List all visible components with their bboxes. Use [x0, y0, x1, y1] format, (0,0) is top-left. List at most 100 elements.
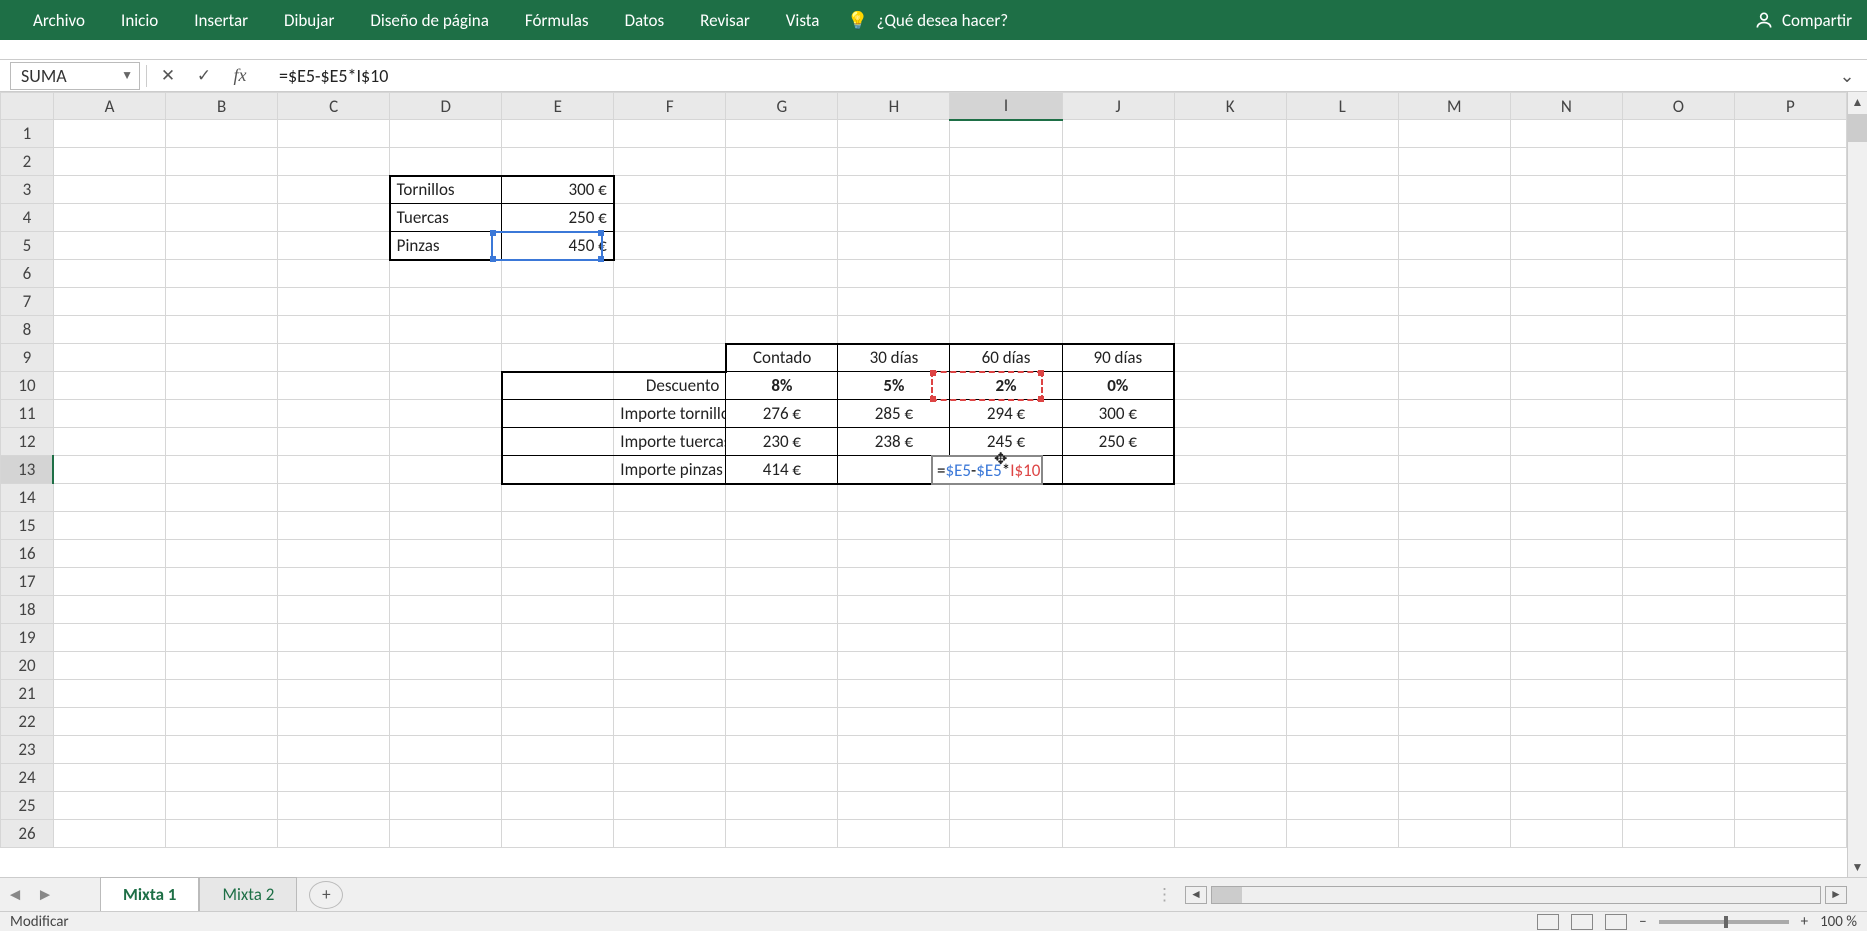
- cell[interactable]: [1622, 512, 1734, 540]
- row-4[interactable]: 4: [1, 204, 54, 232]
- cell[interactable]: 230 €: [726, 428, 838, 456]
- cell[interactable]: Descuento: [614, 372, 726, 400]
- row-12[interactable]: 12: [1, 428, 54, 456]
- cell[interactable]: [1510, 456, 1622, 484]
- cell[interactable]: [53, 680, 165, 708]
- cell[interactable]: 245 €: [950, 428, 1062, 456]
- cell[interactable]: [1174, 764, 1286, 792]
- row-14[interactable]: 14: [1, 484, 54, 512]
- cell[interactable]: [614, 176, 726, 204]
- name-box[interactable]: SUMA ▼: [10, 62, 140, 90]
- cell[interactable]: [278, 540, 390, 568]
- cell[interactable]: [1398, 792, 1510, 820]
- cell[interactable]: [614, 484, 726, 512]
- cell[interactable]: [726, 680, 838, 708]
- cell[interactable]: Pinzas: [390, 232, 502, 260]
- cell[interactable]: [502, 568, 614, 596]
- cell[interactable]: [278, 288, 390, 316]
- cell[interactable]: [166, 596, 278, 624]
- cell[interactable]: [950, 484, 1062, 512]
- cell[interactable]: [1734, 120, 1846, 148]
- cell[interactable]: [1286, 120, 1398, 148]
- cell[interactable]: [1622, 400, 1734, 428]
- tab-inicio[interactable]: Inicio: [103, 2, 176, 39]
- cell[interactable]: [502, 540, 614, 568]
- cell[interactable]: [1734, 512, 1846, 540]
- cell[interactable]: [726, 540, 838, 568]
- cell[interactable]: [1510, 792, 1622, 820]
- cell[interactable]: [1174, 624, 1286, 652]
- tab-diseno[interactable]: Diseño de página: [352, 2, 507, 39]
- cell[interactable]: Tuercas: [390, 204, 502, 232]
- cell[interactable]: [1286, 288, 1398, 316]
- cell[interactable]: [1398, 652, 1510, 680]
- row-7[interactable]: 7: [1, 288, 54, 316]
- cell[interactable]: [1510, 736, 1622, 764]
- cell[interactable]: [390, 512, 502, 540]
- cell[interactable]: [502, 792, 614, 820]
- cell[interactable]: [1622, 288, 1734, 316]
- cell[interactable]: [726, 764, 838, 792]
- cell[interactable]: [1734, 624, 1846, 652]
- cell[interactable]: [166, 120, 278, 148]
- cell[interactable]: [53, 708, 165, 736]
- cell[interactable]: [1398, 260, 1510, 288]
- cell[interactable]: [614, 708, 726, 736]
- cell[interactable]: [53, 596, 165, 624]
- cell[interactable]: [950, 764, 1062, 792]
- tab-revisar[interactable]: Revisar: [682, 2, 768, 39]
- cell[interactable]: [390, 484, 502, 512]
- cell[interactable]: [726, 204, 838, 232]
- confirm-edit-button[interactable]: ✓: [189, 62, 219, 90]
- cell[interactable]: [1622, 764, 1734, 792]
- cell[interactable]: [278, 792, 390, 820]
- cell[interactable]: [838, 232, 950, 260]
- cell[interactable]: [502, 372, 614, 400]
- cell[interactable]: [390, 372, 502, 400]
- cell[interactable]: [278, 456, 390, 484]
- tab-datos[interactable]: Datos: [607, 2, 683, 39]
- cell[interactable]: [838, 204, 950, 232]
- cell[interactable]: [1286, 372, 1398, 400]
- cell[interactable]: [502, 652, 614, 680]
- cell[interactable]: [1062, 260, 1174, 288]
- cell[interactable]: [53, 232, 165, 260]
- cell[interactable]: [1510, 596, 1622, 624]
- cell[interactable]: [1622, 792, 1734, 820]
- cell[interactable]: [390, 148, 502, 176]
- cell[interactable]: [726, 120, 838, 148]
- cell[interactable]: [614, 288, 726, 316]
- row-5[interactable]: 5: [1, 232, 54, 260]
- cell[interactable]: [390, 456, 502, 484]
- cell[interactable]: [950, 176, 1062, 204]
- cell[interactable]: [1734, 540, 1846, 568]
- cell[interactable]: [166, 484, 278, 512]
- cell[interactable]: [278, 484, 390, 512]
- cell[interactable]: [390, 540, 502, 568]
- cell[interactable]: [1622, 148, 1734, 176]
- spreadsheet-grid[interactable]: A B C D E F G H I J K L M N O P 123Torni…: [0, 92, 1867, 872]
- cell[interactable]: [1174, 204, 1286, 232]
- cell[interactable]: [1398, 344, 1510, 372]
- add-sheet-button[interactable]: +: [309, 881, 343, 909]
- cell[interactable]: [838, 764, 950, 792]
- cell[interactable]: [390, 260, 502, 288]
- cell[interactable]: [1174, 820, 1286, 848]
- cell[interactable]: [838, 484, 950, 512]
- cell[interactable]: [838, 568, 950, 596]
- cell[interactable]: [502, 484, 614, 512]
- col-A[interactable]: A: [53, 93, 165, 120]
- cell[interactable]: [166, 820, 278, 848]
- cell[interactable]: [838, 316, 950, 344]
- cell[interactable]: [726, 288, 838, 316]
- cell[interactable]: [166, 232, 278, 260]
- cell[interactable]: [53, 512, 165, 540]
- cell[interactable]: [1062, 708, 1174, 736]
- col-O[interactable]: O: [1622, 93, 1734, 120]
- cell[interactable]: [1734, 708, 1846, 736]
- zoom-slider[interactable]: [1659, 920, 1789, 924]
- cell[interactable]: [502, 708, 614, 736]
- cell[interactable]: [1062, 680, 1174, 708]
- sheet-nav-next[interactable]: ►: [30, 884, 60, 905]
- tab-dibujar[interactable]: Dibujar: [266, 2, 352, 39]
